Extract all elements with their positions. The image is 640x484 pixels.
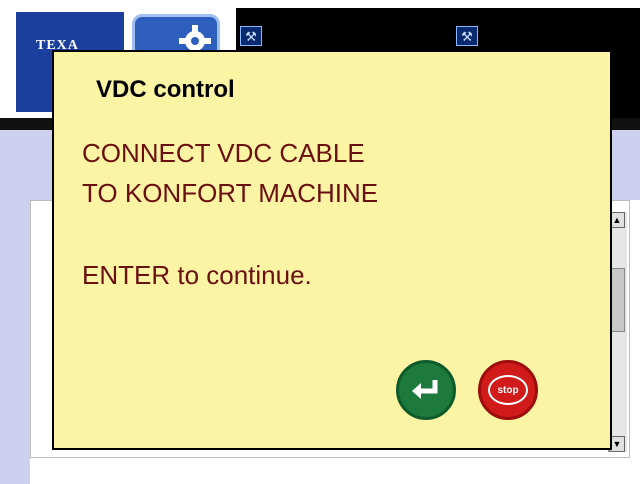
- dialog-title: VDC control: [96, 76, 235, 103]
- stop-icon: stop: [488, 375, 528, 405]
- vdc-control-dialog: VDC control CONNECT VDC CABLE TO KONFORT…: [52, 50, 612, 450]
- car-service-icon[interactable]: ⚒: [240, 26, 262, 46]
- stop-button[interactable]: stop: [478, 360, 538, 420]
- enter-button[interactable]: [396, 360, 456, 420]
- left-margin: [0, 200, 30, 484]
- scroll-thumb[interactable]: [610, 268, 625, 332]
- message-line-3: ENTER to continue.: [82, 260, 312, 290]
- car-service-icon[interactable]: ⚒: [456, 26, 478, 46]
- message-line-2: TO KONFORT MACHINE: [82, 178, 379, 208]
- message-line-1: CONNECT VDC CABLE: [82, 138, 365, 168]
- enter-arrow-icon: [412, 380, 438, 399]
- stop-label: stop: [497, 384, 519, 396]
